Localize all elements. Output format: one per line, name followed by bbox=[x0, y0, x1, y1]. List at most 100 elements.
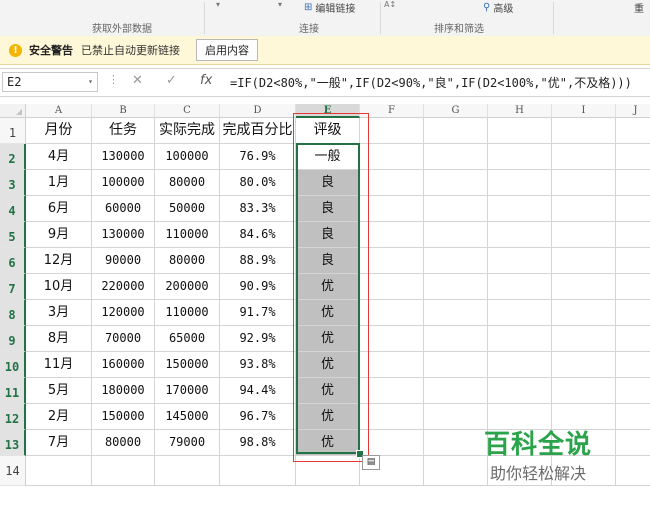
header-cell-c[interactable]: 实际完成 bbox=[155, 118, 220, 144]
cell-empty[interactable] bbox=[488, 248, 552, 274]
cell-d6[interactable]: 88.9% bbox=[220, 248, 296, 274]
cell-e7[interactable]: 优 bbox=[296, 274, 360, 300]
cell-empty[interactable] bbox=[360, 430, 424, 456]
cell-empty[interactable] bbox=[424, 222, 488, 248]
cell-d11[interactable]: 94.4% bbox=[220, 378, 296, 404]
cell-b11[interactable]: 180000 bbox=[92, 378, 155, 404]
cell-a12[interactable]: 2月 bbox=[26, 404, 92, 430]
cell-a10[interactable]: 11月 bbox=[26, 352, 92, 378]
row-header-2[interactable]: 2 bbox=[0, 144, 26, 170]
cell-empty[interactable] bbox=[552, 248, 616, 274]
cell-empty[interactable] bbox=[26, 456, 92, 486]
cell-c11[interactable]: 170000 bbox=[155, 378, 220, 404]
cell-empty[interactable] bbox=[296, 456, 360, 486]
reapply-button[interactable]: 重 bbox=[634, 0, 644, 15]
column-header-j[interactable]: J bbox=[616, 104, 650, 118]
header-cell-e[interactable]: 评级 bbox=[296, 118, 360, 144]
cell-empty[interactable] bbox=[360, 222, 424, 248]
cell-d9[interactable]: 92.9% bbox=[220, 326, 296, 352]
cell-empty[interactable] bbox=[424, 404, 488, 430]
cell-empty[interactable] bbox=[616, 274, 650, 300]
cell-empty[interactable] bbox=[552, 378, 616, 404]
row-header-9[interactable]: 9 bbox=[0, 326, 26, 352]
cell-c4[interactable]: 50000 bbox=[155, 196, 220, 222]
cell-empty[interactable] bbox=[488, 326, 552, 352]
cell-empty[interactable] bbox=[92, 456, 155, 486]
cell-b8[interactable]: 120000 bbox=[92, 300, 155, 326]
cell-empty[interactable] bbox=[488, 144, 552, 170]
select-all-corner[interactable] bbox=[0, 104, 26, 118]
row-header-12[interactable]: 12 bbox=[0, 404, 26, 430]
column-header-d[interactable]: D bbox=[220, 104, 296, 118]
cell-e5[interactable]: 良 bbox=[296, 222, 360, 248]
column-header-h[interactable]: H bbox=[488, 104, 552, 118]
cell-empty[interactable] bbox=[220, 456, 296, 486]
row-header-6[interactable]: 6 bbox=[0, 248, 26, 274]
cell-b10[interactable]: 160000 bbox=[92, 352, 155, 378]
cell-empty[interactable] bbox=[424, 430, 488, 456]
cell-empty[interactable] bbox=[552, 144, 616, 170]
auto-fill-options-icon[interactable]: ▤ bbox=[362, 455, 380, 470]
cell-empty[interactable] bbox=[360, 326, 424, 352]
insert-function-icon[interactable]: fx bbox=[200, 73, 212, 88]
cell-c13[interactable]: 79000 bbox=[155, 430, 220, 456]
edit-links-button[interactable]: ⊞ 编辑链接 bbox=[304, 0, 355, 15]
column-header-c[interactable]: C bbox=[155, 104, 220, 118]
column-header-e[interactable]: E bbox=[296, 104, 360, 118]
cell-empty[interactable] bbox=[424, 274, 488, 300]
cell-empty[interactable] bbox=[552, 300, 616, 326]
cell-b5[interactable]: 130000 bbox=[92, 222, 155, 248]
row-header-7[interactable]: 7 bbox=[0, 274, 26, 300]
cell-empty[interactable] bbox=[360, 248, 424, 274]
cell-empty[interactable] bbox=[552, 118, 616, 144]
cell-a3[interactable]: 1月 bbox=[26, 170, 92, 196]
cell-empty[interactable] bbox=[616, 326, 650, 352]
cell-empty[interactable] bbox=[424, 196, 488, 222]
cell-empty[interactable] bbox=[488, 378, 552, 404]
cell-empty[interactable] bbox=[488, 300, 552, 326]
cell-empty[interactable] bbox=[424, 144, 488, 170]
cell-e9[interactable]: 优 bbox=[296, 326, 360, 352]
cell-empty[interactable] bbox=[424, 248, 488, 274]
row-header-14[interactable]: 14 bbox=[0, 456, 26, 486]
column-header-f[interactable]: F bbox=[360, 104, 424, 118]
cell-b2[interactable]: 130000 bbox=[92, 144, 155, 170]
cell-d13[interactable]: 98.8% bbox=[220, 430, 296, 456]
row-header-5[interactable]: 5 bbox=[0, 222, 26, 248]
cell-a7[interactable]: 10月 bbox=[26, 274, 92, 300]
sort-icon[interactable]: A↕ bbox=[384, 0, 396, 9]
cell-empty[interactable] bbox=[488, 118, 552, 144]
row-header-8[interactable]: 8 bbox=[0, 300, 26, 326]
cell-empty[interactable] bbox=[155, 456, 220, 486]
cell-empty[interactable] bbox=[360, 144, 424, 170]
cell-d8[interactable]: 91.7% bbox=[220, 300, 296, 326]
enable-content-button[interactable]: 启用内容 bbox=[196, 39, 258, 61]
cell-empty[interactable] bbox=[424, 326, 488, 352]
cell-e10[interactable]: 优 bbox=[296, 352, 360, 378]
cell-c3[interactable]: 80000 bbox=[155, 170, 220, 196]
cell-c12[interactable]: 145000 bbox=[155, 404, 220, 430]
cell-c10[interactable]: 150000 bbox=[155, 352, 220, 378]
cell-empty[interactable] bbox=[488, 274, 552, 300]
chevron-down-icon[interactable]: ▾ bbox=[278, 0, 282, 9]
cell-empty[interactable] bbox=[488, 352, 552, 378]
chevron-down-icon[interactable]: ▾ bbox=[88, 73, 93, 91]
row-header-4[interactable]: 4 bbox=[0, 196, 26, 222]
cell-c6[interactable]: 80000 bbox=[155, 248, 220, 274]
cell-empty[interactable] bbox=[552, 222, 616, 248]
header-cell-b[interactable]: 任务 bbox=[92, 118, 155, 144]
column-header-b[interactable]: B bbox=[92, 104, 155, 118]
cell-empty[interactable] bbox=[616, 144, 650, 170]
cell-empty[interactable] bbox=[424, 118, 488, 144]
cell-empty[interactable] bbox=[360, 274, 424, 300]
advanced-filter-button[interactable]: ⚲ 高级 bbox=[483, 0, 513, 15]
cell-empty[interactable] bbox=[488, 222, 552, 248]
cell-e13[interactable]: 优 bbox=[296, 430, 360, 456]
cell-d10[interactable]: 93.8% bbox=[220, 352, 296, 378]
cell-empty[interactable] bbox=[424, 300, 488, 326]
column-header-i[interactable]: I bbox=[552, 104, 616, 118]
cell-empty[interactable] bbox=[616, 300, 650, 326]
cell-empty[interactable] bbox=[616, 378, 650, 404]
cell-b3[interactable]: 100000 bbox=[92, 170, 155, 196]
cell-empty[interactable] bbox=[360, 196, 424, 222]
